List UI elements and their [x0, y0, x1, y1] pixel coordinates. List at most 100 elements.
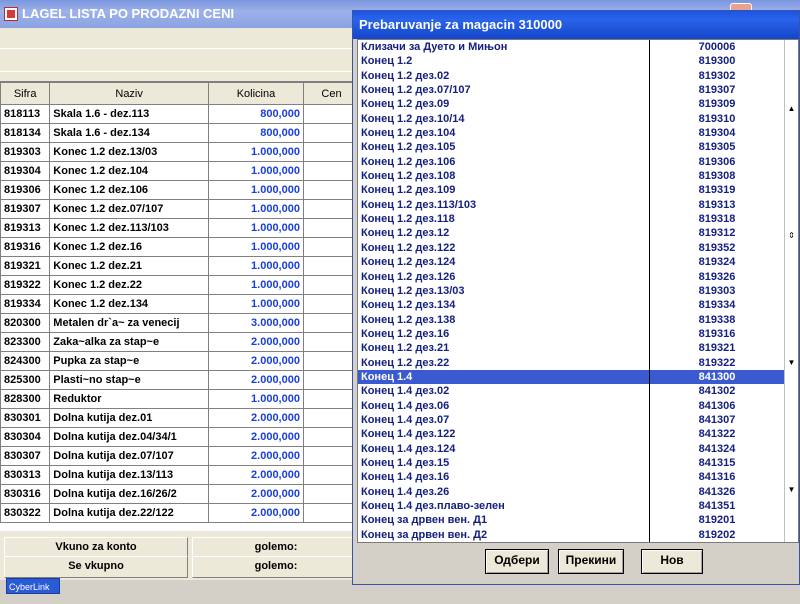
list-item[interactable]: Конец 1.4 дез.15 841315	[358, 456, 784, 470]
list-item[interactable]: Конец 1.2 дез.126 819326	[358, 270, 784, 284]
arrow-down-icon[interactable]: ▼	[786, 357, 797, 368]
list-item-selected[interactable]: Конец 1.4 841300	[358, 369, 784, 385]
list-item[interactable]: Конец за дрвен вен. Д2 819202	[358, 528, 784, 542]
table-row[interactable]: 819303 Konec 1.2 dez.13/03 1.000,000	[0, 142, 360, 162]
item-name: Конец 1.2 дез.124	[361, 256, 456, 269]
list-item[interactable]: Клизачи за Дуето и Мињон 700006	[358, 40, 784, 54]
table-row[interactable]: 819316 Konec 1.2 dez.16 1.000,000	[0, 237, 360, 257]
item-name: Конец 1.2 дез.21	[361, 342, 450, 355]
cell-kolicina: 2.000,000	[208, 446, 304, 466]
table-row[interactable]: 830313 Dolna kutija dez.13/113 2.000,000	[0, 465, 360, 485]
list-item[interactable]: Конец 1.2 819300	[358, 54, 784, 68]
new-button[interactable]: Нов	[641, 549, 703, 574]
cancel-button[interactable]: Прекини	[558, 549, 624, 574]
grand-total-button[interactable]: Se vkupno	[4, 556, 188, 578]
list-item[interactable]: Конец 1.2 дез.07/107 819307	[358, 83, 784, 97]
item-code: 841324	[698, 442, 736, 455]
list-item[interactable]: Конец 1.2 дез.10/14 819310	[358, 112, 784, 126]
item-code: 841326	[698, 485, 736, 498]
cell-sifra: 830322	[0, 503, 51, 523]
item-name: Конец 1.2 дез.118	[361, 213, 455, 226]
table-row[interactable]: 819334 Konec 1.2 dez.134 1.000,000	[0, 294, 360, 314]
arrow-down-icon[interactable]: ▼	[786, 484, 797, 495]
list-item[interactable]: Конец 1.2 дез.108 819308	[358, 169, 784, 183]
list-item[interactable]: Конец 1.4 дез.26 841326	[358, 485, 784, 499]
list-item[interactable]: Конец 1.2 дез.105 819305	[358, 140, 784, 154]
cell-naziv: Skala 1.6 - dez.134	[49, 123, 209, 143]
column-header-naziv[interactable]: Naziv	[49, 82, 209, 105]
warehouse-item-list[interactable]: Клизачи за Дуето и Мињон 700006 Конец 1.2 8…	[357, 39, 799, 543]
list-item[interactable]: Конец 1.2 дез.134 819334	[358, 298, 784, 312]
cell-sifra: 825300	[0, 370, 51, 390]
item-code: 819326	[698, 270, 736, 283]
table-row[interactable]: 819306 Konec 1.2 dez.106 1.000,000	[0, 180, 360, 200]
table-row[interactable]: 825300 Plasti~no stap~e 2.000,000	[0, 370, 360, 390]
item-name: Клизачи за Дуето и Мињон	[361, 41, 508, 53]
list-item[interactable]: Конец 1.4 дез.07 841307	[358, 413, 784, 427]
list-item[interactable]: Конец 1.2 дез.22 819322	[358, 356, 784, 370]
cell-kolicina: 1.000,000	[208, 218, 304, 238]
list-item[interactable]: Конец за дрвен вен. Д1 819201	[358, 513, 784, 527]
item-code: 819312	[698, 227, 736, 240]
table-row[interactable]: 824300 Pupka za stap~e 2.000,000	[0, 351, 360, 371]
cell-naziv: Dolna kutija dez.22/122	[49, 503, 209, 523]
list-item[interactable]: Конец 1.2 дез.16 819316	[358, 327, 784, 341]
list-item[interactable]: Конец 1.2 дез.113/103 819313	[358, 198, 784, 212]
cell-sifra: 830304	[0, 427, 51, 447]
item-name: Конец 1.4 дез.124	[361, 442, 456, 455]
list-item[interactable]: Конец 1.2 дез.118 819318	[358, 212, 784, 226]
column-header-kolicina[interactable]: Kolicina	[208, 82, 304, 105]
table-row[interactable]: 818134 Skala 1.6 - dez.134 800,000	[0, 123, 360, 143]
select-button[interactable]: Одбери	[485, 549, 549, 574]
vertical-scrollbar[interactable]: ▲ ⇕ ▼ ▼	[784, 40, 798, 542]
item-name: Конец 1.2 дез.109	[361, 184, 456, 197]
list-item[interactable]: Конец 1.2 дез.09 819309	[358, 97, 784, 111]
price-list-grid[interactable]: Sifra Naziv Kolicina Cen 818113 Skala 1.6…	[0, 81, 360, 531]
cell-naziv: Konec 1.2 dez.104	[49, 161, 209, 181]
table-row[interactable]: 830322 Dolna kutija dez.22/122 2.000,000	[0, 503, 360, 523]
column-divider	[649, 40, 650, 542]
cell-sifra: 819322	[0, 275, 51, 295]
table-row[interactable]: 830307 Dolna kutija dez.07/107 2.000,000	[0, 446, 360, 466]
list-item[interactable]: Конец 1.4 дез.02 841302	[358, 384, 784, 398]
list-item[interactable]: Конец 1.4 дез.122 841322	[358, 427, 784, 441]
list-item[interactable]: Конец 1.4 дез.16 841316	[358, 470, 784, 484]
column-header-sifra[interactable]: Sifra	[0, 82, 51, 105]
table-row[interactable]: 818113 Skala 1.6 - dez.113 800,000	[0, 104, 360, 124]
taskbar-item-cyberlink[interactable]: CyberLink	[6, 578, 60, 594]
table-row[interactable]: 820300 Metalen dr`a~ za venecij 3.000,000	[0, 313, 360, 333]
table-row[interactable]: 819307 Konec 1.2 dez.07/107 1.000,000	[0, 199, 360, 219]
cell-sifra: 819321	[0, 256, 51, 276]
list-item[interactable]: Конец 1.2 дез.138 819338	[358, 313, 784, 327]
table-row[interactable]: 828300 Reduktor 1.000,000	[0, 389, 360, 409]
list-item[interactable]: Конец 1.2 дез.13/03 819303	[358, 284, 784, 298]
table-row[interactable]: 830301 Dolna kutija dez.01 2.000,000	[0, 408, 360, 428]
item-name: Конец 1.4 дез.26	[361, 485, 450, 498]
list-item[interactable]: Конец 1.4 дез.плаво-зелен 841351	[358, 499, 784, 513]
table-row[interactable]: 819322 Konec 1.2 dez.22 1.000,000	[0, 275, 360, 295]
cell-sifra: 830313	[0, 465, 51, 485]
table-row[interactable]: 830316 Dolna kutija dez.16/26/2 2.000,000	[0, 484, 360, 504]
cell-naziv: Plasti~no stap~e	[49, 370, 209, 390]
table-row[interactable]: 819313 Konec 1.2 dez.113/103 1.000,000	[0, 218, 360, 238]
arrow-up-icon[interactable]: ▲	[786, 103, 797, 114]
list-item[interactable]: Конец 1.2 дез.109 819319	[358, 183, 784, 197]
list-item[interactable]: Конец 1.2 дез.124 819324	[358, 255, 784, 269]
list-item[interactable]: Конец 1.2 дез.122 819352	[358, 241, 784, 255]
cell-kolicina: 1.000,000	[208, 199, 304, 219]
table-row[interactable]: 819321 Konec 1.2 dez.21 1.000,000	[0, 256, 360, 276]
table-row[interactable]: 823300 Zaka~alka za stap~e 2.000,000	[0, 332, 360, 352]
table-row[interactable]: 819304 Konec 1.2 dez.104 1.000,000	[0, 161, 360, 181]
list-item[interactable]: Конец 1.2 дез.02 819302	[358, 69, 784, 83]
cell-naziv: Konec 1.2 dez.106	[49, 180, 209, 200]
list-item[interactable]: Конец 1.2 дез.104 819304	[358, 126, 784, 140]
list-item[interactable]: Конец 1.2 дез.21 819321	[358, 341, 784, 355]
cell-sifra: 819306	[0, 180, 51, 200]
list-item[interactable]: Конец 1.2 дез.12 819312	[358, 226, 784, 240]
list-item[interactable]: Конец 1.2 дез.106 819306	[358, 155, 784, 169]
item-name: Конец 1.2 дез.138	[361, 313, 456, 326]
arrow-updown-icon[interactable]: ⇕	[786, 230, 797, 241]
table-row[interactable]: 830304 Dolna kutija dez.04/34/1 2.000,000	[0, 427, 360, 447]
list-item[interactable]: Конец 1.4 дез.06 841306	[358, 399, 784, 413]
list-item[interactable]: Конец 1.4 дез.124 841324	[358, 442, 784, 456]
